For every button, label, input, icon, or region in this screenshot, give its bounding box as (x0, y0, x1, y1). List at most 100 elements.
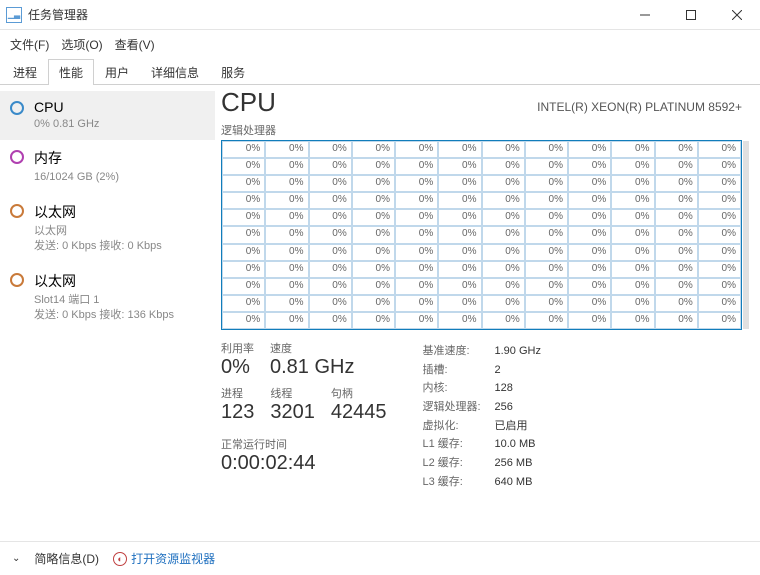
cpu-core-cell: 0% (438, 226, 481, 243)
spec-key: L1 缓存: (423, 435, 495, 454)
sidebar-item-net-3[interactable]: 以太网Slot14 端口 1发送: 0 Kbps 接收: 136 Kbps (0, 263, 215, 332)
cpu-core-cell: 0% (309, 312, 352, 329)
maximize-button[interactable] (668, 0, 714, 30)
cpu-core-cell: 0% (655, 158, 698, 175)
sidebar-item-title: 内存 (34, 148, 119, 168)
cpu-core-cell: 0% (611, 312, 654, 329)
cpu-core-cell: 0% (352, 209, 395, 226)
chart-label: 逻辑处理器 (221, 122, 742, 138)
tab-services[interactable]: 服务 (210, 59, 256, 85)
spec-value: 256 (495, 398, 513, 417)
tab-users[interactable]: 用户 (94, 59, 140, 85)
cpu-core-cell: 0% (655, 192, 698, 209)
cpu-core-cell: 0% (438, 312, 481, 329)
tab-processes[interactable]: 进程 (2, 59, 48, 85)
cpu-core-cell: 0% (309, 175, 352, 192)
cpu-core-cell: 0% (395, 175, 438, 192)
cpu-core-cell: 0% (395, 192, 438, 209)
resource-monitor-link[interactable]: ◐ 打开资源监视器 (113, 550, 215, 567)
cpu-core-cell: 0% (482, 278, 525, 295)
cpu-core-cell: 0% (482, 175, 525, 192)
thr-value: 3201 (270, 401, 315, 424)
window-title: 任务管理器 (28, 6, 622, 23)
sidebar-item-sub: 以太网发送: 0 Kbps 接收: 0 Kbps (34, 224, 162, 255)
spec-value: 256 MB (495, 454, 533, 473)
cpu-core-cell: 0% (568, 261, 611, 278)
cpu-core-cell: 0% (568, 209, 611, 226)
cpu-core-cell: 0% (222, 312, 265, 329)
cpu-core-cell: 0% (265, 244, 308, 261)
menu-options[interactable]: 选项(O) (57, 34, 106, 55)
minimize-button[interactable] (622, 0, 668, 30)
cpu-core-cell: 0% (222, 278, 265, 295)
footer: ⌄ 简略信息(D) ◐ 打开资源监视器 (0, 541, 760, 575)
cpu-core-cell: 0% (698, 209, 741, 226)
sidebar-item-cpu-0[interactable]: CPU0% 0.81 GHz (0, 91, 215, 140)
sidebar-item-net-2[interactable]: 以太网以太网发送: 0 Kbps 接收: 0 Kbps (0, 194, 215, 263)
chevron-down-icon[interactable]: ⌄ (12, 553, 20, 564)
cpu-core-cell: 0% (395, 312, 438, 329)
cpu-core-cell: 0% (352, 244, 395, 261)
spec-key: L3 缓存: (423, 473, 495, 492)
spec-value: 1.90 GHz (495, 342, 541, 361)
cpu-core-cell: 0% (222, 261, 265, 278)
cpu-core-cell: 0% (352, 278, 395, 295)
title-bar: ▁▃ 任务管理器 (0, 0, 760, 30)
close-button[interactable] (714, 0, 760, 30)
cpu-icon (10, 101, 24, 115)
proc-value: 123 (221, 401, 254, 424)
cpu-core-cell: 0% (309, 244, 352, 261)
cpu-core-cell: 0% (222, 244, 265, 261)
menu-bar: 文件(F) 选项(O) 查看(V) (0, 30, 760, 59)
cpu-core-cell: 0% (309, 226, 352, 243)
tab-performance[interactable]: 性能 (48, 59, 94, 85)
cpu-core-cell: 0% (482, 261, 525, 278)
cpu-core-cell: 0% (525, 295, 568, 312)
cpu-core-cell: 0% (309, 209, 352, 226)
net-icon (10, 204, 24, 218)
cpu-core-cell: 0% (395, 261, 438, 278)
cpu-core-cell: 0% (525, 312, 568, 329)
spec-row: 逻辑处理器:256 (423, 398, 541, 417)
cpu-core-cell: 0% (352, 312, 395, 329)
cpu-core-cell: 0% (309, 295, 352, 312)
brief-info-link[interactable]: 简略信息(D) (34, 550, 99, 567)
spec-row: 插槽:2 (423, 361, 541, 380)
resource-monitor-icon: ◐ (113, 552, 127, 566)
cpu-core-cell: 0% (482, 192, 525, 209)
menu-view[interactable]: 查看(V) (111, 34, 159, 55)
scrollbar[interactable] (743, 141, 749, 329)
cpu-core-cell: 0% (568, 158, 611, 175)
cpu-core-cell: 0% (655, 312, 698, 329)
cpu-core-cell: 0% (395, 209, 438, 226)
spec-value: 10.0 MB (495, 435, 536, 454)
cpu-core-cell: 0% (222, 192, 265, 209)
cpu-core-cell: 0% (568, 244, 611, 261)
thr-label: 线程 (270, 385, 315, 401)
cpu-core-cell: 0% (611, 158, 654, 175)
cpu-core-cell: 0% (568, 192, 611, 209)
cpu-core-cell: 0% (525, 192, 568, 209)
spec-row: 基准速度:1.90 GHz (423, 342, 541, 361)
spec-key: 逻辑处理器: (423, 398, 495, 417)
cpu-core-cell: 0% (525, 158, 568, 175)
cpu-core-cell: 0% (611, 141, 654, 158)
cpu-core-cell: 0% (698, 244, 741, 261)
cpu-core-cell: 0% (395, 141, 438, 158)
cpu-core-cell: 0% (222, 209, 265, 226)
cpu-core-cell: 0% (698, 261, 741, 278)
spec-key: 插槽: (423, 361, 495, 380)
cpu-core-cell: 0% (655, 175, 698, 192)
logical-processor-grid[interactable]: 0%0%0%0%0%0%0%0%0%0%0%0%0%0%0%0%0%0%0%0%… (221, 140, 742, 330)
cpu-core-cell: 0% (265, 295, 308, 312)
tab-details[interactable]: 详细信息 (140, 59, 210, 85)
cpu-core-cell: 0% (611, 278, 654, 295)
cpu-core-cell: 0% (265, 175, 308, 192)
cpu-core-cell: 0% (309, 158, 352, 175)
cpu-core-cell: 0% (655, 261, 698, 278)
hnd-label: 句柄 (331, 385, 387, 401)
menu-file[interactable]: 文件(F) (6, 34, 53, 55)
cpu-core-cell: 0% (438, 141, 481, 158)
sidebar-item-mem-1[interactable]: 内存16/1024 GB (2%) (0, 140, 215, 193)
cpu-core-cell: 0% (698, 312, 741, 329)
